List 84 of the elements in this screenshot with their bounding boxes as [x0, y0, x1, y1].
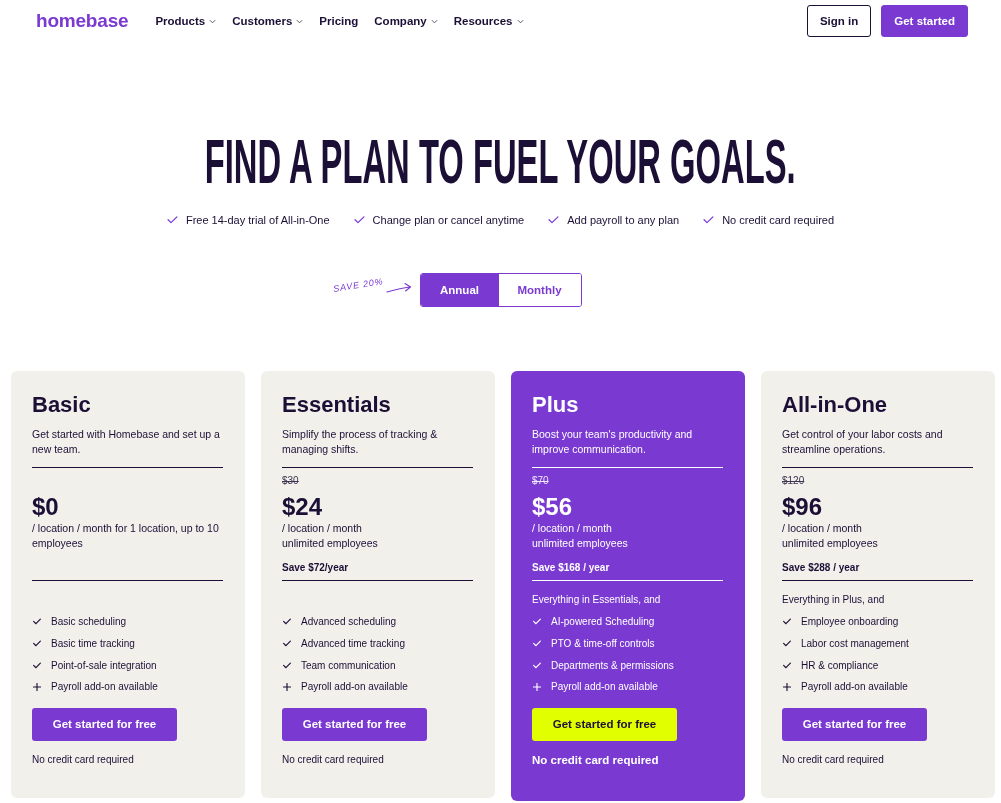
feature-text: Point-of-sale integration — [51, 659, 157, 671]
feature-text: Basic scheduling — [51, 616, 127, 628]
check-icon — [783, 618, 791, 626]
get-started-free-button[interactable]: Get started for free — [782, 707, 927, 741]
nav-link[interactable]: Customers — [232, 15, 304, 27]
original-price: $30 — [282, 474, 299, 488]
plan-price: $24 — [282, 493, 323, 521]
feature-text: HR & compliance — [801, 659, 879, 671]
plus-icon — [533, 682, 541, 691]
billing-option-tab[interactable]: Annual — [420, 274, 499, 306]
feature-text: Payroll add-on available — [301, 681, 408, 693]
feature-text: Payroll add-on available — [551, 681, 658, 693]
feature-text: Advanced scheduling — [301, 616, 397, 628]
features-intro: Everything in Essentials, and — [532, 593, 661, 607]
plan-description: Get started with Homebase and set up a new team. — [32, 427, 221, 457]
check-icon — [283, 661, 291, 669]
get-started-free-button[interactable]: Get started for free — [32, 707, 177, 741]
plus-icon — [33, 682, 41, 691]
price-note: / location / month unlimited employees — [532, 521, 629, 551]
check-icon — [33, 640, 41, 648]
sign-in-button[interactable]: Sign in — [806, 5, 872, 37]
plan-name: Plus — [532, 391, 580, 419]
price-note: / location / month unlimited employees — [282, 521, 379, 551]
feature-text: Payroll add-on available — [51, 681, 158, 693]
no-credit-card-note: No credit card required — [782, 752, 884, 767]
features-intro: Everything in Plus, and — [782, 593, 885, 607]
feature-text: Departments & permissions — [551, 659, 674, 671]
plus-icon — [783, 682, 791, 691]
page-heading: FIND A PLAN TO FUEL YOUR GOALS. — [205, 130, 796, 193]
plan-name: Essentials — [282, 391, 392, 419]
check-icon — [166, 216, 178, 224]
plus-icon — [283, 682, 291, 691]
feature-text: Labor cost management — [801, 638, 909, 650]
feature-text: Advanced time tracking — [301, 638, 405, 650]
perk-text: Add payroll to any plan — [567, 213, 680, 227]
save-note: SAVE 20% — [332, 276, 384, 294]
plan-price: $0 — [32, 493, 59, 521]
plan-name: Basic — [32, 391, 92, 419]
nav-link[interactable]: Resources — [453, 15, 524, 27]
savings-note: Save $168 / year — [532, 561, 610, 575]
savings-note: Save $288 / year — [782, 561, 860, 575]
price-note: / location / month for 1 location, up to 10 employees — [32, 521, 220, 551]
check-icon — [533, 640, 541, 648]
plan-price: $56 — [532, 493, 573, 521]
original-price: $70 — [532, 474, 549, 488]
plan-description: Simplify the process of tracking & managing shifts. — [282, 427, 439, 457]
check-icon — [33, 618, 41, 626]
get-started-free-button[interactable]: Get started for free — [282, 707, 427, 741]
check-icon — [548, 216, 560, 224]
price-note: / location / month unlimited employees — [782, 521, 879, 551]
original-price: $120 — [782, 474, 805, 488]
nav-link[interactable]: Products — [155, 15, 217, 27]
no-credit-card-note: No credit card required — [532, 752, 659, 767]
homebase-logo[interactable]: homebase — [36, 10, 129, 32]
get-started-free-button[interactable]: Get started for free — [532, 707, 677, 741]
check-icon — [33, 661, 41, 669]
no-credit-card-note: No credit card required — [32, 752, 134, 767]
plan-name: All-in-One — [782, 391, 889, 419]
check-icon — [783, 640, 791, 648]
feature-text: Payroll add-on available — [801, 681, 908, 693]
feature-text: Team communication — [301, 659, 396, 671]
arrow-icon — [385, 282, 412, 294]
nav-link[interactable]: Pricing — [319, 15, 359, 27]
feature-text: PTO & time-off controls — [551, 638, 655, 650]
perk-text: Change plan or cancel anytime — [372, 213, 525, 227]
check-icon — [283, 640, 291, 648]
plan-description: Boost your team's productivity and improve communication. — [532, 427, 694, 457]
plan-price: $96 — [782, 493, 823, 521]
get-started-button[interactable]: Get started — [881, 5, 968, 37]
perk-text: No credit card required — [722, 213, 835, 227]
feature-text: AI-powered Scheduling — [551, 616, 655, 628]
feature-text: Basic time tracking — [51, 638, 135, 650]
perk-text: Free 14-day trial of All-in-One — [185, 213, 330, 227]
check-icon — [353, 216, 365, 224]
check-icon — [533, 618, 541, 626]
nav-link[interactable]: Company — [374, 15, 438, 27]
check-icon — [283, 618, 291, 626]
feature-text: Employee onboarding — [801, 616, 899, 628]
check-icon — [783, 661, 791, 669]
savings-note: Save $72/year — [282, 561, 349, 575]
plan-description: Get control of your labor costs and streamline operations. — [782, 427, 944, 457]
no-credit-card-note: No credit card required — [282, 752, 384, 767]
check-icon — [703, 216, 715, 224]
check-icon — [533, 661, 541, 669]
